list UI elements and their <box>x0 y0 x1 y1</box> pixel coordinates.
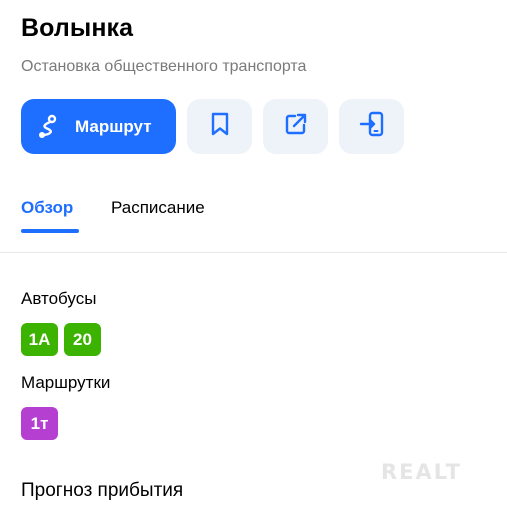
send-to-phone-icon <box>359 111 385 142</box>
stop-type: Остановка общественного транспорта <box>21 58 307 75</box>
tab-active-indicator <box>21 229 79 233</box>
route-badge-1a[interactable]: 1A <box>21 323 58 356</box>
bookmark-button[interactable] <box>187 99 252 154</box>
route-button-label: Маршрут <box>75 116 152 136</box>
stop-title: Волынка <box>21 14 134 42</box>
bus-routes: 1A 20 <box>21 323 101 356</box>
share-button[interactable] <box>263 99 328 154</box>
tab-overview[interactable]: Обзор <box>21 198 73 218</box>
route-button[interactable]: Маршрут <box>21 99 176 154</box>
minibuses-label: Маршрутки <box>21 373 111 392</box>
tab-schedule[interactable]: Расписание <box>111 198 205 218</box>
minibus-routes: 1т <box>21 407 58 440</box>
bookmark-icon <box>209 112 231 141</box>
forecast-heading: Прогноз прибытия <box>21 480 184 501</box>
buses-label: Автобусы <box>21 289 97 308</box>
route-icon <box>35 114 61 140</box>
watermark: REALT <box>381 460 462 484</box>
route-badge-1t[interactable]: 1т <box>21 407 58 440</box>
send-to-phone-button[interactable] <box>339 99 404 154</box>
share-icon <box>284 112 308 141</box>
divider <box>0 252 507 253</box>
route-badge-20[interactable]: 20 <box>64 323 101 356</box>
